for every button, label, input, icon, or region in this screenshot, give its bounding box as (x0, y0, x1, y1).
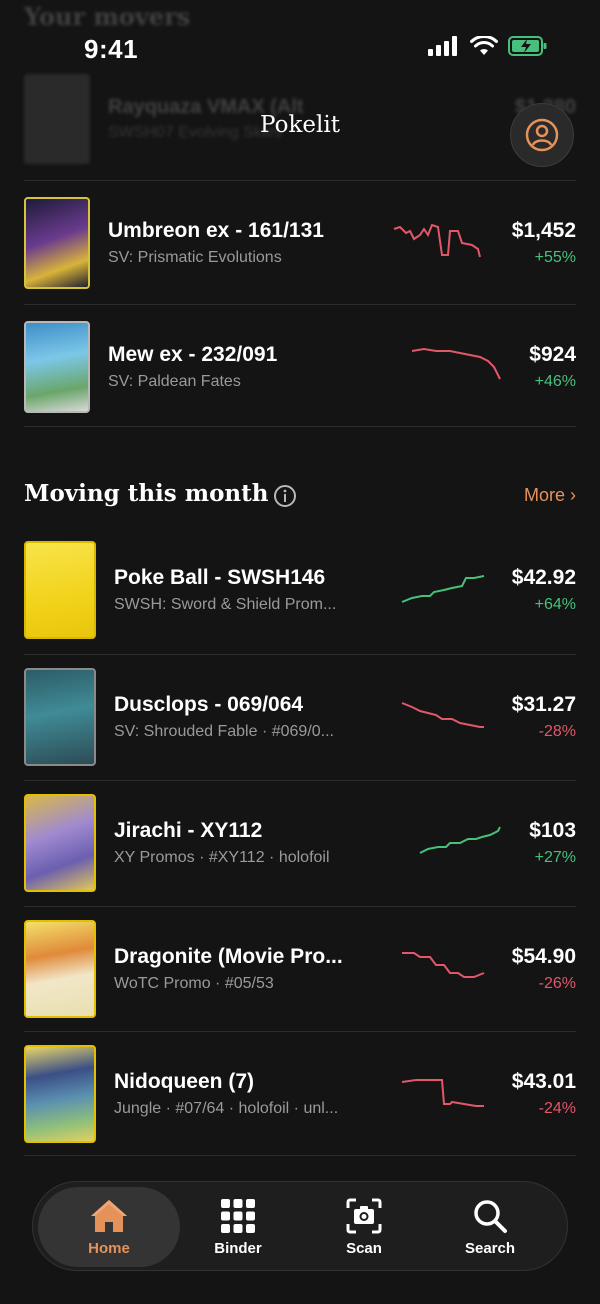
wifi-icon (470, 36, 498, 55)
card-change: +27% (534, 849, 576, 866)
card-thumbnail (24, 668, 96, 766)
list-divider (24, 1155, 576, 1156)
status-time: 9:41 (84, 34, 139, 64)
grid-icon (221, 1198, 255, 1233)
card-name: Nidoqueen (7) (114, 1070, 254, 1093)
price-sparkline (401, 575, 485, 603)
card-change: +64% (534, 596, 576, 613)
info-icon[interactable] (273, 484, 297, 508)
card-price: $1,452 (511, 219, 576, 242)
card-name: Dragonite (Movie Pro... (114, 945, 343, 968)
price-sparkline (393, 223, 481, 258)
user-profile-icon (525, 118, 559, 152)
list-item[interactable]: Dragonite (Movie Pro... WoTC Promo · #05… (24, 906, 576, 1030)
card-set: XY Promos · #XY112 · holofoil (114, 849, 330, 866)
card-change: +55% (534, 249, 576, 266)
tab-binder[interactable]: Binder (175, 1182, 301, 1272)
card-set: SV: Paldean Fates (108, 373, 241, 390)
home-icon (91, 1199, 127, 1232)
card-thumbnail (24, 197, 90, 289)
card-price: $42.92 (511, 566, 576, 589)
tab-label: Binder (214, 1239, 262, 1257)
card-set: SV: Shrouded Fable · #069/0... (114, 723, 334, 740)
camera-scan-icon (346, 1198, 382, 1233)
search-icon (474, 1199, 507, 1233)
card-thumbnail (24, 541, 96, 639)
list-item[interactable]: Umbreon ex - 161/131 SV: Prismatic Evolu… (24, 180, 576, 304)
card-price: $54.90 (511, 945, 576, 968)
section-title: Moving this month (24, 480, 269, 507)
card-change: -24% (538, 1100, 576, 1117)
price-sparkline (401, 702, 484, 728)
battery-charging-icon (508, 36, 547, 56)
status-icons (428, 36, 548, 56)
price-sparkline (419, 826, 501, 854)
list-item[interactable]: Mew ex - 232/091 SV: Paldean Fates $924 … (24, 304, 576, 428)
card-name: Dusclops - 069/064 (114, 693, 304, 716)
list-item[interactable]: Jirachi - XY112 XY Promos · #XY112 · hol… (24, 780, 576, 904)
card-name: Umbreon ex - 161/131 (108, 219, 324, 242)
list-item[interactable]: Dusclops - 069/064 SV: Shrouded Fable · … (24, 654, 576, 778)
tab-label: Scan (346, 1239, 382, 1257)
card-set: SV: Prismatic Evolutions (108, 249, 282, 266)
card-name: Mew ex - 232/091 (108, 343, 278, 366)
tab-search[interactable]: Search (427, 1182, 553, 1272)
card-price: $103 (529, 819, 576, 842)
card-set: WoTC Promo · #05/53 (114, 975, 274, 992)
list-divider (24, 426, 576, 427)
app-header: Pokelit (0, 80, 600, 176)
bottom-tab-bar: Home Binder Scan Search (32, 1181, 568, 1271)
card-price: $31.27 (511, 693, 576, 716)
card-thumbnail (24, 321, 90, 413)
card-name: Jirachi - XY112 (114, 819, 263, 842)
card-price: $43.01 (511, 1070, 576, 1093)
card-name: Poke Ball - SWSH146 (114, 566, 326, 589)
card-thumbnail (24, 1045, 96, 1143)
card-price: $924 (529, 343, 576, 366)
status-bar: 9:41 (0, 0, 600, 80)
price-sparkline (402, 952, 485, 978)
tab-scan[interactable]: Scan (301, 1182, 427, 1272)
tab-label: Home (88, 1239, 130, 1257)
profile-button[interactable] (510, 103, 574, 167)
tab-home[interactable]: Home (38, 1187, 180, 1267)
list-item[interactable]: Poke Ball - SWSH146 SWSH: Sword & Shield… (24, 528, 576, 652)
card-set: Jungle · #07/64 · holofoil · unl... (114, 1100, 339, 1117)
card-change: -26% (538, 975, 576, 992)
card-change: -28% (538, 723, 576, 740)
card-set: SWSH: Sword & Shield Prom... (114, 596, 337, 613)
cellular-signal-icon (428, 36, 457, 56)
card-thumbnail (24, 794, 96, 892)
list-item[interactable]: Nidoqueen (7) Jungle · #07/64 · holofoil… (24, 1031, 576, 1155)
price-sparkline (411, 347, 501, 380)
more-link[interactable]: More › (524, 485, 576, 506)
tab-label: Search (464, 1239, 516, 1257)
card-change: +46% (534, 373, 576, 390)
price-sparkline (401, 1079, 484, 1107)
card-thumbnail (24, 920, 96, 1018)
